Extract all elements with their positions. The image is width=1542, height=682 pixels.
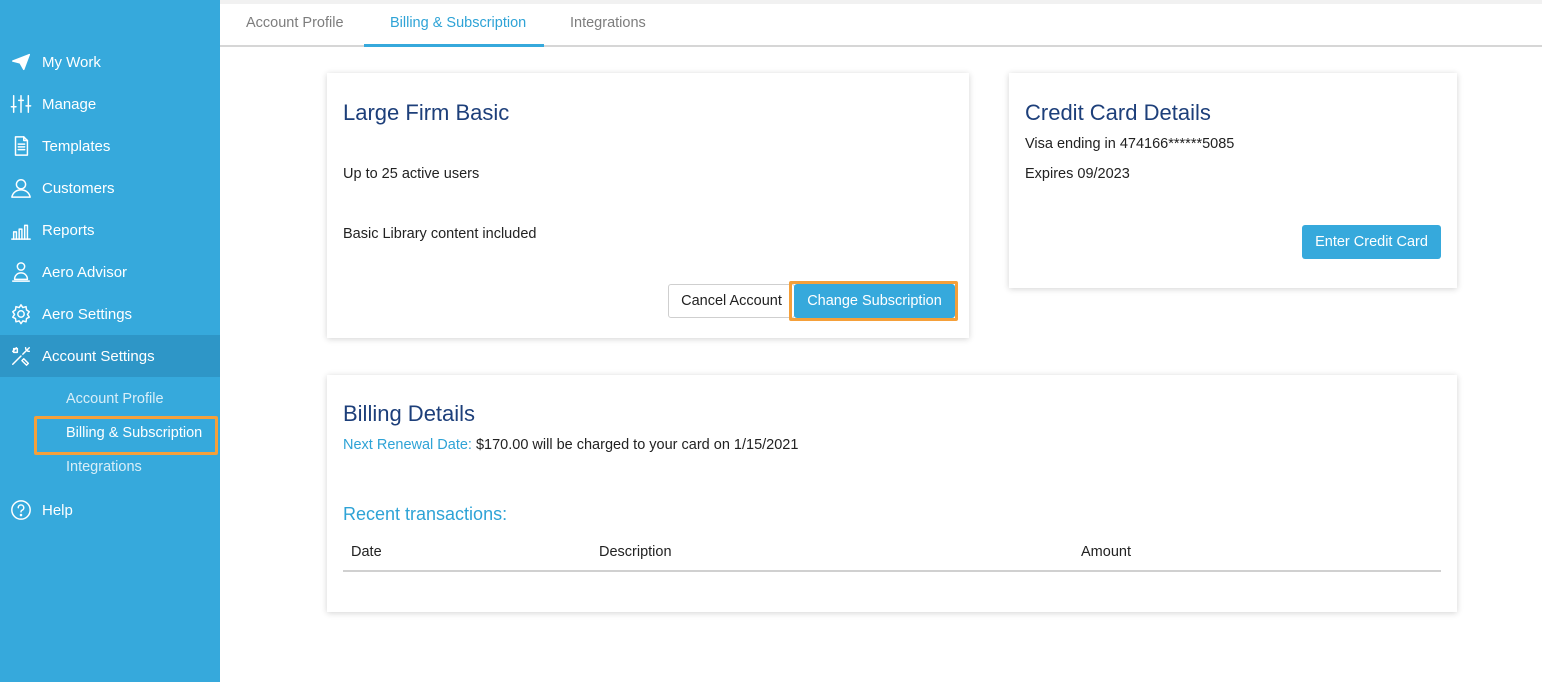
cancel-account-button[interactable]: Cancel Account [668, 284, 795, 318]
sidebar: My Work Manage Templates Customers Repor… [0, 0, 220, 682]
bar-chart-icon [10, 219, 32, 241]
tools-icon [10, 345, 32, 367]
tab-account-profile[interactable]: Account Profile [246, 15, 344, 31]
sidebar-item-label: Aero Advisor [42, 263, 128, 281]
card-ending-text: Visa ending in 474166******5085 [1025, 136, 1235, 152]
sidebar-item-my-work[interactable]: My Work [0, 41, 220, 83]
billing-details-card: Billing Details Next Renewal Date: $170.… [327, 375, 1457, 612]
user-icon [10, 177, 32, 199]
plan-card: Large Firm Basic Up to 25 active users B… [327, 73, 969, 338]
recent-transactions-title: Recent transactions: [343, 504, 508, 524]
credit-card-card: Credit Card Details Visa ending in 47416… [1009, 73, 1457, 288]
sidebar-item-label: Aero Settings [42, 305, 133, 323]
column-header-description: Description [599, 544, 672, 560]
credit-card-title: Credit Card Details [1025, 100, 1211, 125]
tab-billing-subscription[interactable]: Billing & Subscription [390, 15, 526, 31]
sidebar-item-aero-advisor[interactable]: Aero Advisor [0, 251, 220, 293]
help-circle-icon [10, 499, 32, 521]
card-expiry-text: Expires 09/2023 [1025, 166, 1130, 182]
sidebar-item-reports[interactable]: Reports [0, 209, 220, 251]
sidebar-subitem-integrations[interactable]: Integrations [66, 459, 142, 475]
advisor-icon [10, 261, 32, 283]
column-header-date: Date [351, 544, 382, 560]
renewal-label: Next Renewal Date: [343, 437, 472, 453]
change-subscription-highlight [789, 281, 958, 321]
sidebar-item-label: Reports [42, 221, 95, 239]
plan-title: Large Firm Basic [343, 100, 510, 125]
billing-title: Billing Details [343, 401, 476, 426]
sidebar-item-templates[interactable]: Templates [0, 125, 220, 167]
sidebar-item-label: Manage [42, 95, 97, 113]
active-tab-indicator [364, 44, 544, 47]
tab-integrations[interactable]: Integrations [570, 15, 646, 31]
sidebar-item-label: Help [42, 501, 73, 519]
column-header-amount: Amount [1081, 544, 1131, 560]
sidebar-item-label: Customers [42, 179, 115, 197]
sidebar-subitem-account-profile[interactable]: Account Profile [66, 391, 164, 407]
table-header-divider [343, 570, 1441, 572]
enter-credit-card-button[interactable]: Enter Credit Card [1302, 225, 1441, 259]
sidebar-item-label: Templates [42, 137, 111, 155]
sidebar-item-label: Account Settings [42, 347, 155, 365]
renewal-line: Next Renewal Date: $170.00 will be charg… [343, 437, 798, 453]
sidebar-item-account-settings[interactable]: Account Settings [0, 335, 220, 377]
document-icon [10, 135, 32, 157]
sidebar-item-aero-settings[interactable]: Aero Settings [0, 293, 220, 335]
plan-feature-library: Basic Library content included [343, 226, 537, 242]
tab-bar-top-strip [220, 0, 1542, 4]
billing-subitem-highlight [34, 416, 218, 455]
sliders-icon [10, 93, 32, 115]
sidebar-item-label: My Work [42, 53, 101, 71]
sidebar-item-manage[interactable]: Manage [0, 83, 220, 125]
gear-icon [10, 303, 32, 325]
plan-feature-users: Up to 25 active users [343, 166, 480, 182]
sidebar-item-customers[interactable]: Customers [0, 167, 220, 209]
paper-plane-icon [10, 51, 32, 73]
sidebar-item-help[interactable]: Help [0, 489, 220, 531]
renewal-text: $170.00 will be charged to your card on … [475, 437, 799, 453]
